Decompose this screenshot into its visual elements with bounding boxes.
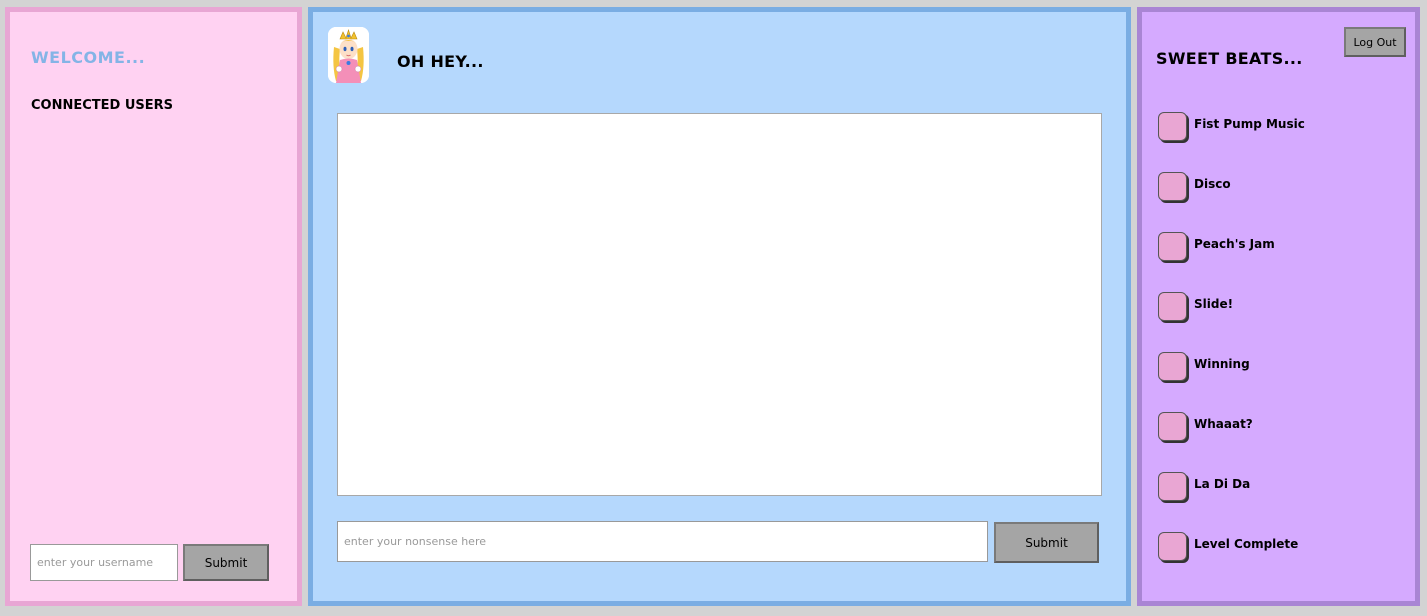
beat-label: Slide! <box>1194 297 1234 311</box>
connected-users-label: CONNECTED USERS <box>31 98 174 113</box>
beat-item: Slide! <box>1158 276 1305 336</box>
message-input[interactable] <box>337 521 988 562</box>
beat-label: Disco <box>1194 177 1231 191</box>
beat-item: Disco <box>1158 156 1305 216</box>
beat-item: Whaaat? <box>1158 396 1305 456</box>
beat-play-button[interactable] <box>1158 351 1187 381</box>
beat-play-button[interactable] <box>1158 171 1187 201</box>
beat-play-button[interactable] <box>1158 231 1187 261</box>
message-submit-button[interactable]: Submit <box>994 522 1099 563</box>
beat-item: Peach's Jam <box>1158 216 1305 276</box>
beat-item: Winning <box>1158 336 1305 396</box>
beat-label: La Di Da <box>1194 477 1251 491</box>
beat-item: La Di Da <box>1158 456 1305 516</box>
beats-list: Fist Pump Music Disco Peach's Jam Slide!… <box>1158 96 1305 576</box>
chat-messages-area[interactable] <box>337 113 1102 496</box>
beats-heading: SWEET BEATS... <box>1156 49 1303 68</box>
username-submit-button[interactable]: Submit <box>183 544 269 581</box>
beat-play-button[interactable] <box>1158 531 1187 561</box>
beat-play-button[interactable] <box>1158 411 1187 441</box>
beat-label: Fist Pump Music <box>1194 117 1305 131</box>
beats-panel: SWEET BEATS... Log Out Fist Pump Music D… <box>1137 7 1420 606</box>
beat-play-button[interactable] <box>1158 471 1187 501</box>
welcome-heading: WELCOME... <box>31 48 146 67</box>
user-panel: WELCOME... CONNECTED USERS Submit <box>5 7 302 606</box>
beat-play-button[interactable] <box>1158 111 1187 141</box>
logout-button[interactable]: Log Out <box>1344 27 1406 57</box>
princess-peach-icon <box>328 27 369 83</box>
beat-label: Whaaat? <box>1194 417 1253 431</box>
beat-item: Level Complete <box>1158 516 1305 576</box>
chat-panel: OH HEY... Submit <box>308 7 1131 606</box>
username-input[interactable] <box>30 544 178 581</box>
beat-label: Level Complete <box>1194 537 1299 551</box>
beat-label: Winning <box>1194 357 1250 371</box>
beat-label: Peach's Jam <box>1194 237 1275 251</box>
chat-heading: OH HEY... <box>397 52 484 71</box>
beat-item: Fist Pump Music <box>1158 96 1305 156</box>
beat-play-button[interactable] <box>1158 291 1187 321</box>
